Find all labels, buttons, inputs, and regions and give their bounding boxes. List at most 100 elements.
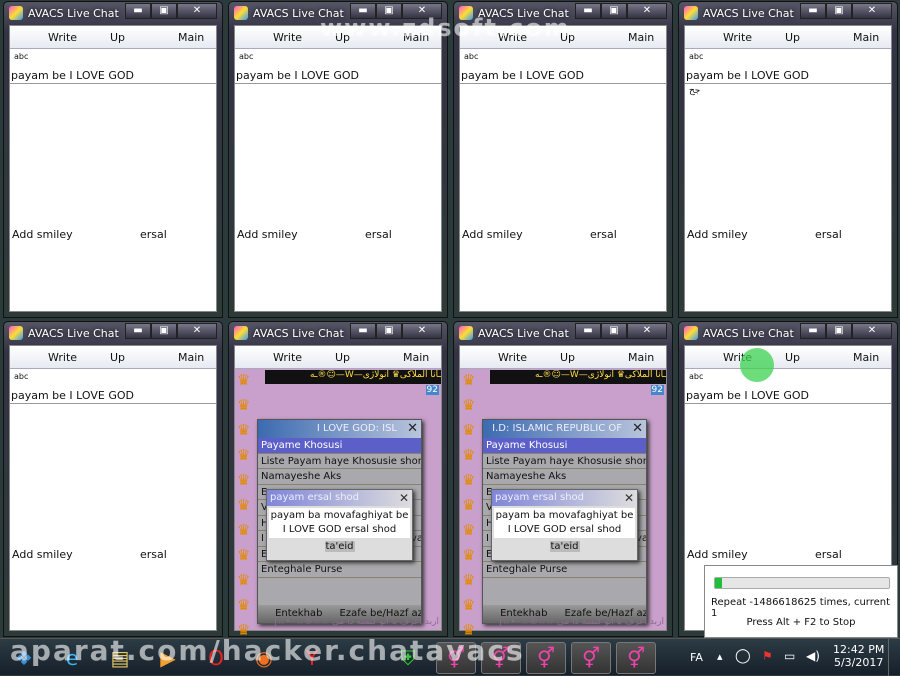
minimize-button[interactable]: ▬ [350, 3, 376, 19]
menu-main[interactable]: Main [628, 31, 654, 44]
volume-icon[interactable]: ◀) [806, 649, 820, 663]
menu-item[interactable]: Namayeshe Aks [258, 469, 421, 485]
tray-app-icon[interactable]: ◯ [735, 648, 751, 664]
maximize-button[interactable]: ▣ [601, 323, 627, 339]
ok-button[interactable]: ta'eid [324, 541, 355, 552]
menu-main[interactable]: Main [628, 351, 654, 364]
menu-write[interactable]: Write [723, 31, 752, 44]
avacs-taskbar-button[interactable]: ⚥ [481, 642, 521, 674]
minimize-button[interactable]: ▬ [125, 3, 151, 19]
avacs-taskbar-button[interactable]: ⚥ [571, 642, 611, 674]
firefox-icon[interactable]: ◉ [244, 642, 284, 674]
menu-item[interactable]: Liste Payam haye Khosusie shoma [258, 454, 421, 469]
title-bar[interactable]: AVACS Live Chat ▬ ▣ ✕ [679, 322, 897, 344]
minimize-button[interactable]: ▬ [800, 3, 826, 19]
menu-main[interactable]: Main [178, 31, 204, 44]
close-button[interactable]: ✕ [627, 3, 667, 19]
menu-item[interactable]: Namayeshe Aks [483, 469, 646, 485]
avacs-taskbar-button[interactable]: ⚥ [526, 642, 566, 674]
avacs-taskbar-button[interactable]: ⚥ [436, 642, 476, 674]
send-button[interactable]: ersal [140, 548, 167, 561]
send-button[interactable]: ersal [590, 228, 617, 241]
popup-close-button[interactable]: ✕ [399, 490, 409, 506]
title-bar[interactable]: AVACS Live Chat ▬ ▣ ✕ [229, 2, 447, 24]
add-smiley-button[interactable]: Add smiley [237, 228, 298, 241]
minimize-button[interactable]: ▬ [575, 323, 601, 339]
send-button[interactable]: ersal [140, 228, 167, 241]
menu-write[interactable]: Write [273, 351, 302, 364]
show-hidden-icons[interactable]: ▴ [717, 650, 723, 663]
menu-item[interactable]: Payame Khosusi [483, 438, 646, 454]
menu-item[interactable]: Enteghale Purse [258, 562, 421, 578]
minimize-button[interactable]: ▬ [800, 323, 826, 339]
close-button[interactable]: ✕ [852, 3, 892, 19]
language-indicator[interactable]: FA [690, 651, 703, 664]
menu-up[interactable]: Up [335, 31, 350, 44]
maximize-button[interactable]: ▣ [376, 3, 402, 19]
add-smiley-button[interactable]: Add smiley [462, 228, 523, 241]
close-button[interactable]: ✕ [627, 323, 667, 339]
menu-main[interactable]: Main [178, 351, 204, 364]
send-button[interactable]: ersal [815, 228, 842, 241]
menu-main[interactable]: Main [403, 351, 429, 364]
internet-explorer-icon[interactable]: e [52, 642, 92, 674]
menu-main[interactable]: Main [853, 351, 879, 364]
title-bar[interactable]: AVACS Live Chat ▬ ▣ ✕ [454, 322, 672, 344]
close-button[interactable]: ✕ [177, 3, 217, 19]
title-bar[interactable]: AVACS Live Chat ▬ ▣ ✕ [679, 2, 897, 24]
media-player-icon[interactable]: ▶ [148, 642, 188, 674]
menu-up[interactable]: Up [560, 31, 575, 44]
message-input[interactable]: جح [689, 86, 700, 96]
maximize-button[interactable]: ▣ [826, 323, 852, 339]
menu-main[interactable]: Main [403, 31, 429, 44]
close-button[interactable]: ✕ [177, 323, 217, 339]
menu-write[interactable]: Write [48, 351, 77, 364]
menu-write[interactable]: Write [498, 31, 527, 44]
dialog-close-button[interactable]: ✕ [632, 420, 643, 438]
popup-close-button[interactable]: ✕ [624, 490, 634, 506]
hide-ip-icon[interactable]: ⛨ [388, 642, 428, 674]
menu-write[interactable]: Write [273, 31, 302, 44]
menu-up[interactable]: Up [335, 351, 350, 364]
add-smiley-button[interactable]: Add smiley [12, 548, 73, 561]
menu-up[interactable]: Up [110, 351, 125, 364]
network-icon[interactable]: ▭ [784, 649, 795, 663]
minimize-button[interactable]: ▬ [350, 323, 376, 339]
maximize-button[interactable]: ▣ [376, 323, 402, 339]
menu-write[interactable]: Write [498, 351, 527, 364]
menu-item[interactable]: Enteghale Purse [483, 562, 646, 578]
close-button[interactable]: ✕ [402, 3, 442, 19]
start-orb-icon[interactable]: ❖ [4, 642, 44, 674]
send-button[interactable]: ersal [815, 548, 842, 561]
send-button[interactable]: ersal [365, 228, 392, 241]
menu-item[interactable]: Liste Payam haye Khosusie shoma [483, 454, 646, 469]
ok-button[interactable]: ta'eid [549, 541, 580, 552]
action-center-flag-icon[interactable]: ⚑ [762, 649, 773, 663]
yandex-icon[interactable]: Y [292, 642, 332, 674]
app-blank-icon[interactable] [340, 642, 380, 674]
opera-icon[interactable]: O [196, 642, 236, 674]
title-bar[interactable]: AVACS Live Chat ▬ ▣ ✕ [454, 2, 672, 24]
close-button[interactable]: ✕ [852, 323, 892, 339]
menu-up[interactable]: Up [785, 31, 800, 44]
maximize-button[interactable]: ▣ [151, 3, 177, 19]
minimize-button[interactable]: ▬ [125, 323, 151, 339]
avacs-taskbar-button[interactable]: ⚥ [616, 642, 656, 674]
menu-write[interactable]: Write [48, 31, 77, 44]
maximize-button[interactable]: ▣ [151, 323, 177, 339]
dialog-close-button[interactable]: ✕ [407, 420, 418, 438]
menu-up[interactable]: Up [560, 351, 575, 364]
menu-item[interactable]: Payame Khosusi [258, 438, 421, 454]
menu-main[interactable]: Main [853, 31, 879, 44]
title-bar[interactable]: AVACS Live Chat ▬ ▣ ✕ [4, 322, 222, 344]
show-desktop-button[interactable] [888, 639, 900, 676]
maximize-button[interactable]: ▣ [826, 3, 852, 19]
add-smiley-button[interactable]: Add smiley [687, 228, 748, 241]
title-bar[interactable]: AVACS Live Chat ▬ ▣ ✕ [229, 322, 447, 344]
minimize-button[interactable]: ▬ [575, 3, 601, 19]
menu-up[interactable]: Up [110, 31, 125, 44]
clock[interactable]: 12:42 PM 5/3/2017 [833, 643, 884, 669]
close-button[interactable]: ✕ [402, 323, 442, 339]
menu-up[interactable]: Up [785, 351, 800, 364]
add-smiley-button[interactable]: Add smiley [12, 228, 73, 241]
